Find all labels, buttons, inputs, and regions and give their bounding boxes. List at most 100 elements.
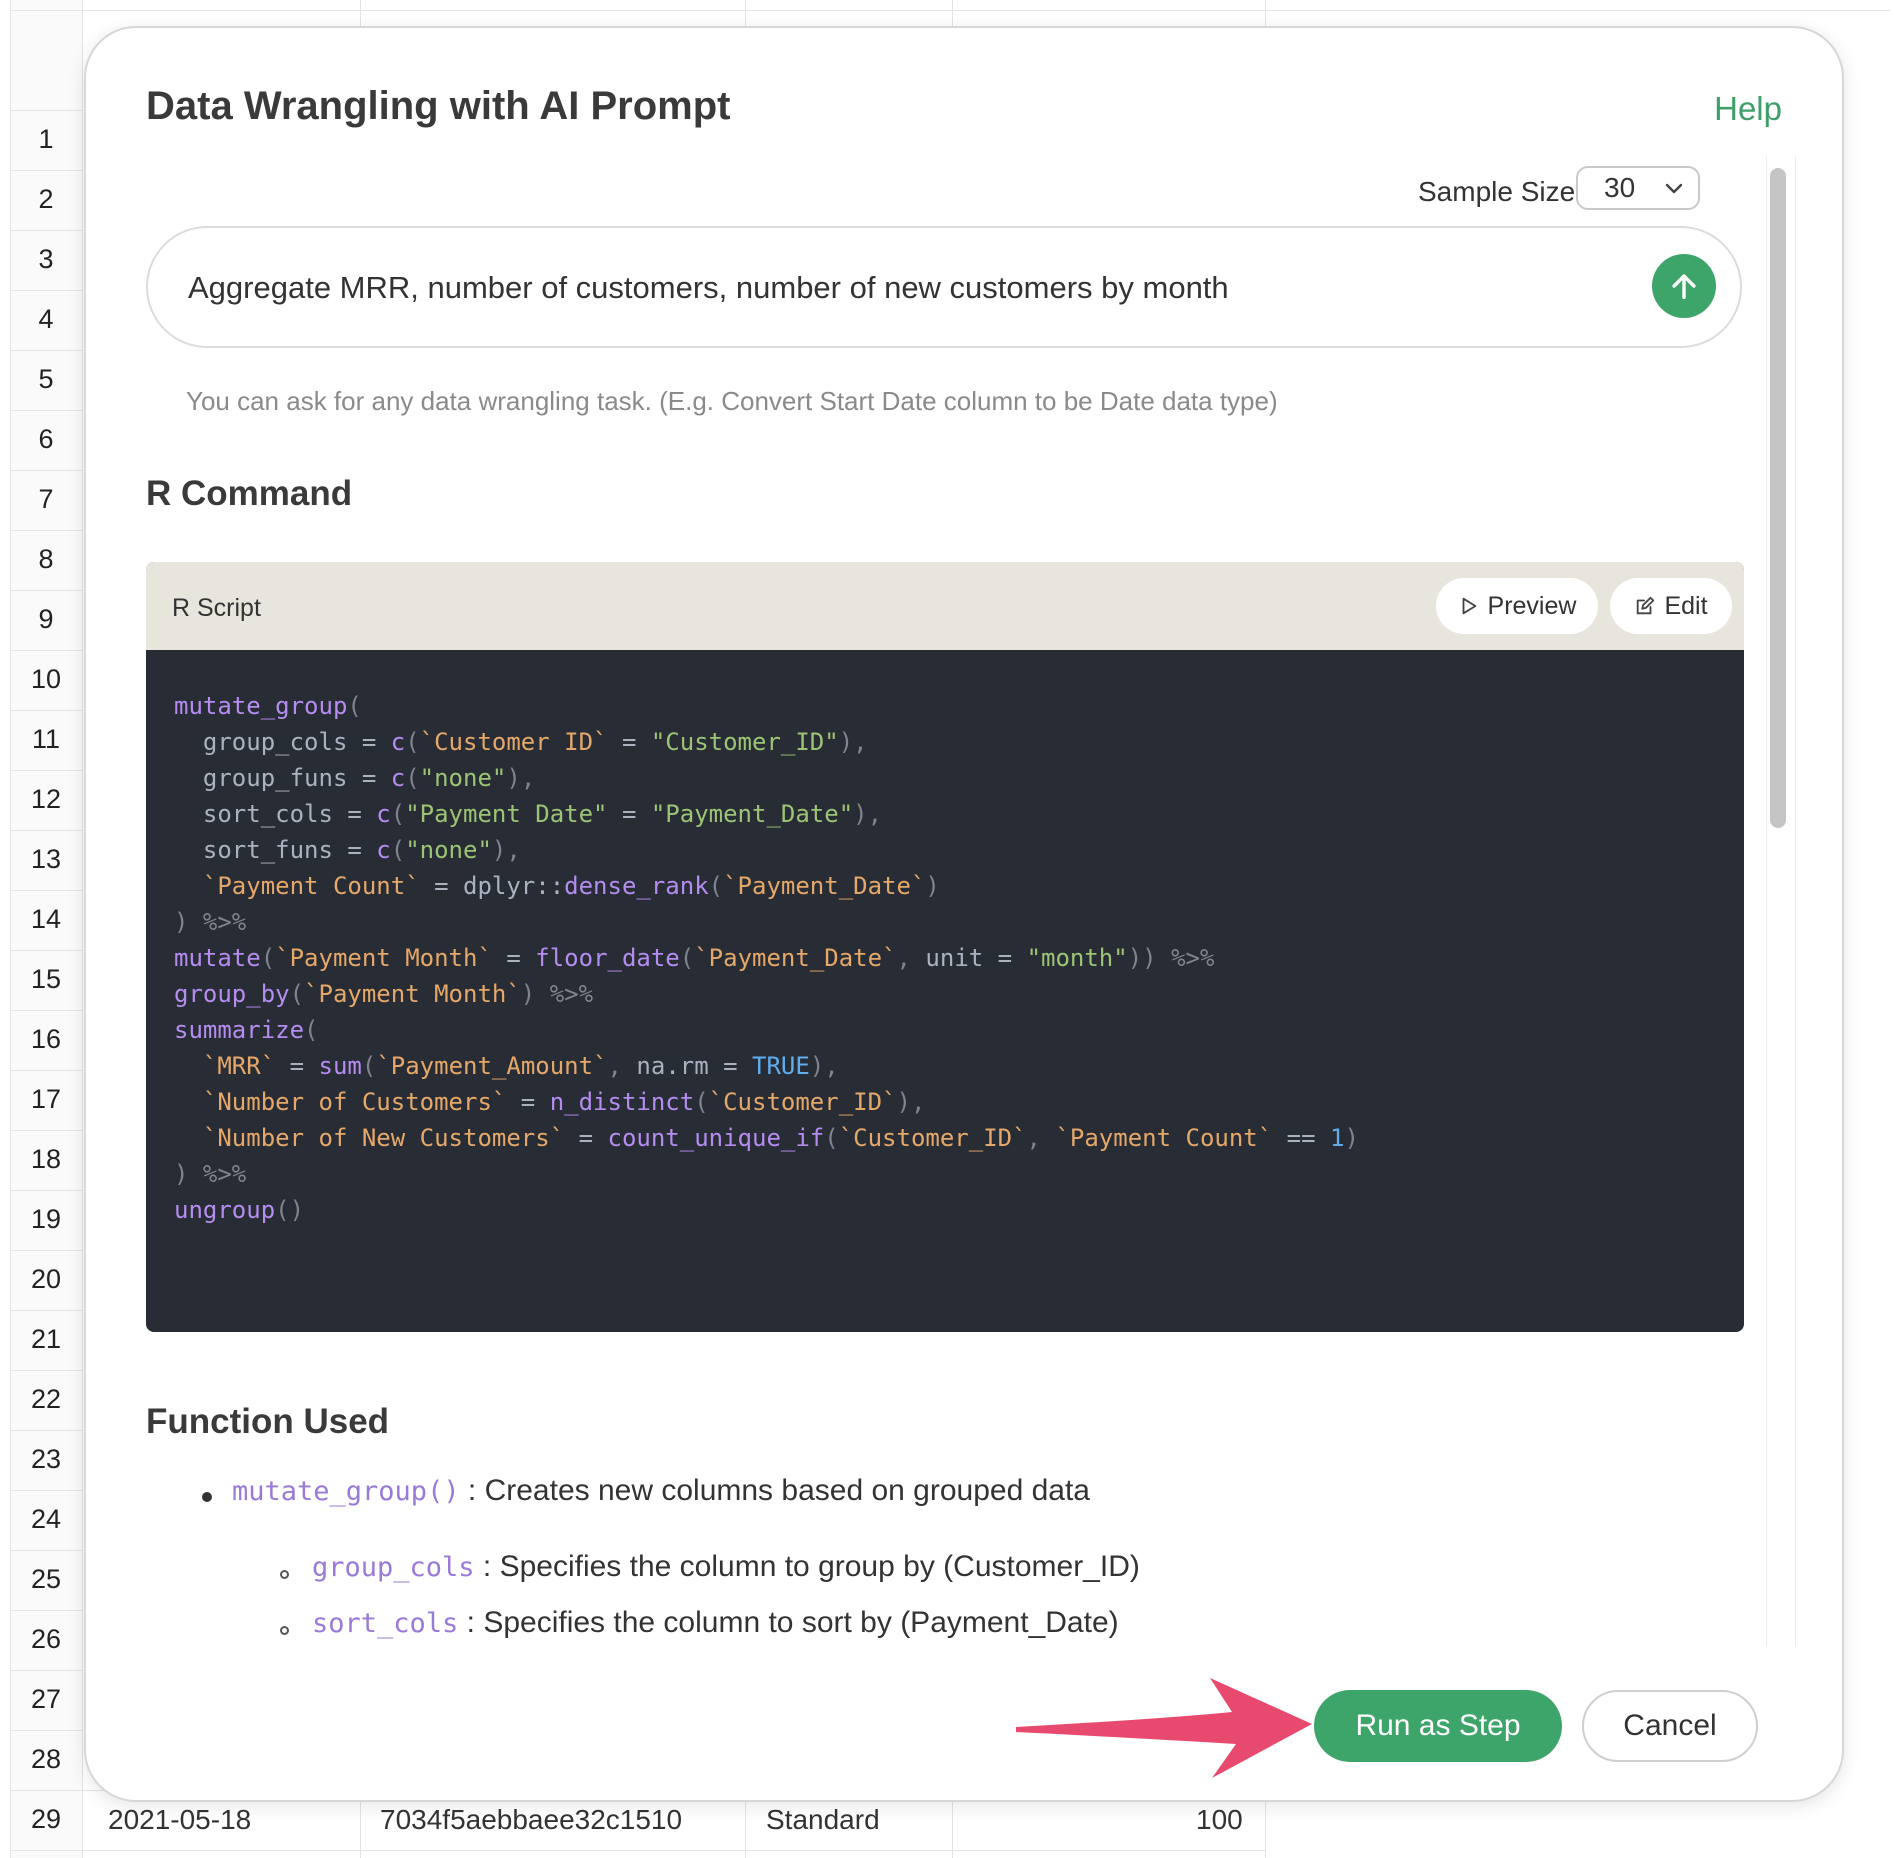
row-number[interactable]: 2 — [10, 184, 82, 215]
prompt-text[interactable]: Aggregate MRR, number of customers, numb… — [188, 270, 1229, 306]
row-number[interactable]: 13 — [10, 844, 82, 875]
prompt-input[interactable]: Aggregate MRR, number of customers, numb… — [146, 226, 1742, 348]
row-number[interactable]: 11 — [10, 724, 82, 755]
row-divider — [10, 110, 82, 111]
row-divider — [10, 770, 82, 771]
help-link[interactable]: Help — [1714, 90, 1782, 128]
row-divider — [10, 1670, 82, 1671]
sample-size-label: Sample Size — [1418, 176, 1576, 207]
cell-amount[interactable]: 100 — [1196, 1804, 1243, 1836]
row-divider — [10, 830, 82, 831]
row-divider — [10, 290, 82, 291]
edit-icon — [1637, 596, 1655, 615]
row-divider — [10, 1010, 82, 1011]
row-number[interactable]: 3 — [10, 244, 82, 275]
row-divider — [10, 590, 82, 591]
row-divider — [10, 1490, 82, 1491]
preview-label: Preview — [1487, 591, 1577, 620]
row-number[interactable]: 17 — [10, 1084, 82, 1115]
row-number[interactable]: 22 — [10, 1384, 82, 1415]
row-number[interactable]: 7 — [10, 484, 82, 515]
sample-size-value: 30 — [1604, 172, 1636, 203]
scrollbar-thumb[interactable] — [1770, 168, 1786, 828]
preview-button[interactable]: Preview — [1436, 578, 1598, 634]
cell-date[interactable]: 2021-05-18 — [108, 1804, 251, 1836]
row-divider — [10, 950, 82, 951]
cell-plan[interactable]: Standard — [766, 1804, 880, 1836]
row-number[interactable]: 28 — [10, 1744, 82, 1775]
row-divider — [10, 350, 82, 351]
row-divider — [10, 1070, 82, 1071]
row-number[interactable]: 1 — [10, 124, 82, 155]
row-number[interactable]: 5 — [10, 364, 82, 395]
r-script-code[interactable]: mutate_group( group_cols = c(`Customer I… — [174, 688, 1359, 1228]
row-divider — [10, 1730, 82, 1731]
function-sub-item: group_cols : Specifies the column to gro… — [312, 1550, 1140, 1584]
function-link-sort-cols[interactable]: sort_cols — [312, 1608, 458, 1639]
row-number[interactable]: 21 — [10, 1324, 82, 1355]
play-icon — [1462, 597, 1476, 615]
row-number[interactable]: 14 — [10, 904, 82, 935]
row-divider — [10, 1550, 82, 1551]
row-number[interactable]: 4 — [10, 304, 82, 335]
row-number[interactable]: 9 — [10, 604, 82, 635]
r-script-panel: R Script Preview Edit mutate_group( grou… — [146, 562, 1744, 1332]
row-number[interactable]: 25 — [10, 1564, 82, 1595]
function-link-group-cols[interactable]: group_cols — [312, 1552, 475, 1583]
function-desc: : Creates new columns based on grouped d… — [467, 1474, 1090, 1507]
row-divider — [10, 170, 82, 171]
r-script-label: R Script — [172, 594, 261, 622]
row-divider — [10, 530, 82, 531]
row-divider — [10, 410, 82, 411]
row-number[interactable]: 20 — [10, 1264, 82, 1295]
row-divider — [10, 1850, 1265, 1851]
row-divider — [10, 1610, 82, 1611]
function-used-heading: Function Used — [146, 1402, 390, 1441]
row-divider — [10, 470, 82, 471]
cancel-button[interactable]: Cancel — [1582, 1690, 1758, 1762]
function-sub-item: sort_cols : Specifies the column to sort… — [312, 1606, 1119, 1640]
sub-bullet-icon — [280, 1626, 289, 1635]
cell-customer-id[interactable]: 7034f5aebbaee32c1510 — [380, 1804, 682, 1836]
row-divider — [10, 1430, 82, 1431]
function-desc: : Specifies the column to group by (Cust… — [482, 1550, 1140, 1583]
sub-bullet-icon — [280, 1570, 289, 1579]
row-divider — [10, 230, 82, 231]
row-number[interactable]: 6 — [10, 424, 82, 455]
function-item: mutate_group() : Creates new columns bas… — [232, 1474, 1090, 1508]
row-number[interactable]: 15 — [10, 964, 82, 995]
run-as-step-button[interactable]: Run as Step — [1314, 1690, 1562, 1762]
row-divider — [10, 1310, 82, 1311]
r-command-heading: R Command — [146, 474, 353, 513]
sample-size-select[interactable]: 30 — [1576, 166, 1700, 210]
row-divider — [10, 1130, 82, 1131]
row-number[interactable]: 26 — [10, 1624, 82, 1655]
function-desc: : Specifies the column to sort by (Payme… — [466, 1606, 1119, 1639]
row-number[interactable]: 10 — [10, 664, 82, 695]
row-number[interactable]: 23 — [10, 1444, 82, 1475]
row-number[interactable]: 29 — [10, 1804, 82, 1835]
row-number[interactable]: 8 — [10, 544, 82, 575]
row-divider — [10, 710, 82, 711]
edit-label: Edit — [1664, 591, 1708, 620]
row-number[interactable]: 12 — [10, 784, 82, 815]
row-number[interactable]: 27 — [10, 1684, 82, 1715]
bullet-icon — [202, 1492, 212, 1502]
chevron-down-icon — [1665, 183, 1683, 194]
row-divider — [10, 1250, 82, 1251]
r-script-header: R Script Preview Edit — [146, 562, 1744, 650]
row-divider — [10, 650, 82, 651]
row-divider — [10, 1370, 82, 1371]
row-number[interactable]: 24 — [10, 1504, 82, 1535]
function-link-mutate-group[interactable]: mutate_group() — [232, 1476, 460, 1507]
row-number[interactable]: 18 — [10, 1144, 82, 1175]
row-divider — [10, 1190, 82, 1191]
dialog-title: Data Wrangling with AI Prompt — [146, 84, 731, 128]
arrow-up-icon — [1672, 274, 1696, 300]
send-button[interactable] — [1652, 254, 1716, 318]
ai-prompt-dialog: Data Wrangling with AI Prompt Help Sampl… — [84, 26, 1844, 1802]
row-number[interactable]: 19 — [10, 1204, 82, 1235]
edit-button[interactable]: Edit — [1610, 578, 1732, 634]
prompt-hint: You can ask for any data wrangling task.… — [186, 386, 1278, 416]
row-number[interactable]: 16 — [10, 1024, 82, 1055]
